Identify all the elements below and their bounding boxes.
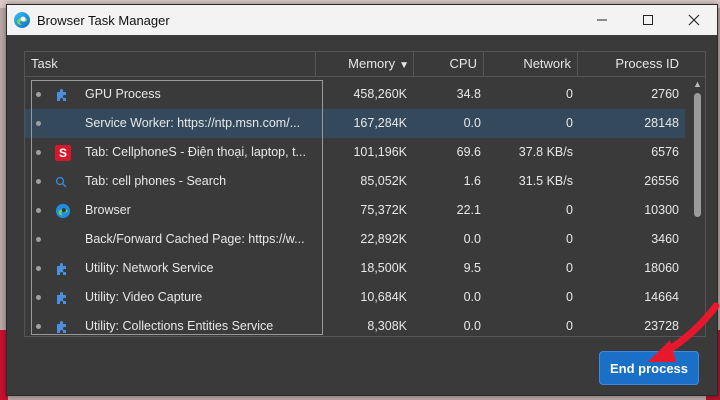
row-process-id: 6576 bbox=[651, 145, 679, 159]
table-row[interactable]: Tab: cell phones - Search 85,052K 1.6 31… bbox=[25, 167, 685, 196]
row-network: 0 bbox=[566, 232, 573, 246]
table-row[interactable]: Back/Forward Cached Page: https://w... 2… bbox=[25, 225, 685, 254]
column-header-network[interactable]: Network bbox=[483, 52, 577, 76]
puzzle-icon bbox=[55, 312, 73, 336]
row-bullet bbox=[36, 312, 42, 336]
row-process-id: 2760 bbox=[651, 87, 679, 101]
row-bullet bbox=[36, 138, 42, 167]
row-memory: 458,260K bbox=[353, 87, 407, 101]
row-network: 0 bbox=[566, 319, 573, 333]
row-task-name: Tab: CellphoneS - Điện thoại, laptop, t.… bbox=[85, 145, 306, 159]
row-task-name: Utility: Video Capture bbox=[85, 290, 203, 304]
row-network: 0 bbox=[566, 87, 573, 101]
row-memory: 10,684K bbox=[360, 290, 407, 304]
row-process-id: 18060 bbox=[644, 261, 679, 275]
row-network: 0 bbox=[566, 116, 573, 130]
window-title: Browser Task Manager bbox=[37, 12, 170, 28]
table-row-selected[interactable]: Service Worker: https://ntp.msn.com/... … bbox=[25, 109, 685, 138]
row-bullet bbox=[36, 254, 42, 283]
row-process-id: 26556 bbox=[644, 174, 679, 188]
row-task-name: Back/Forward Cached Page: https://w... bbox=[85, 232, 305, 246]
row-cpu: 69.6 bbox=[456, 145, 481, 159]
close-button[interactable] bbox=[671, 5, 717, 35]
row-cpu: 34.8 bbox=[456, 87, 481, 101]
row-process-id: 10300 bbox=[644, 203, 679, 217]
row-bullet bbox=[36, 196, 42, 225]
row-cpu: 1.6 bbox=[463, 174, 481, 188]
row-memory: 8,308K bbox=[367, 319, 407, 333]
table-row[interactable]: Utility: Collections Entities Service 8,… bbox=[25, 312, 685, 336]
row-cpu: 0.0 bbox=[463, 116, 481, 130]
row-task-name: Utility: Collections Entities Service bbox=[85, 319, 274, 333]
table-row[interactable]: Utility: Video Capture 10,684K 0.0 0 146… bbox=[25, 283, 685, 312]
row-task-name: GPU Process bbox=[85, 87, 161, 101]
row-network: 0 bbox=[566, 261, 573, 275]
row-bullet bbox=[36, 283, 42, 312]
row-task-name: Utility: Network Service bbox=[85, 261, 214, 275]
edge-icon bbox=[55, 196, 73, 225]
row-memory: 167,284K bbox=[353, 116, 407, 130]
row-task-name: Tab: cell phones - Search bbox=[85, 174, 227, 188]
scrollbar-thumb[interactable] bbox=[694, 93, 701, 217]
row-memory: 18,500K bbox=[360, 261, 407, 275]
maximize-icon bbox=[643, 15, 653, 25]
table-row[interactable]: Browser 75,372K 22.1 0 10300 bbox=[25, 196, 685, 225]
row-process-id: 14664 bbox=[644, 290, 679, 304]
column-header-task[interactable]: Task bbox=[31, 52, 311, 76]
table-body: GPU Process 458,260K 34.8 0 2760 Service… bbox=[24, 77, 706, 337]
sort-descending-icon: ▼ bbox=[399, 60, 409, 71]
row-process-id: 3460 bbox=[651, 232, 679, 246]
row-bullet bbox=[36, 80, 42, 109]
title-bar[interactable]: Browser Task Manager bbox=[7, 5, 717, 35]
row-bullet bbox=[36, 225, 42, 254]
row-bullet bbox=[36, 109, 42, 138]
row-memory: 75,372K bbox=[360, 203, 407, 217]
row-memory: 101,196K bbox=[353, 145, 407, 159]
end-process-button[interactable]: End process bbox=[599, 351, 699, 385]
table-header: Task Memory ▼ CPU Network Process ID bbox=[24, 51, 706, 77]
puzzle-icon bbox=[55, 283, 73, 312]
minimize-icon bbox=[597, 19, 607, 21]
table-row[interactable]: S Tab: CellphoneS - Điện thoại, laptop, … bbox=[25, 138, 685, 167]
row-network: 0 bbox=[566, 290, 573, 304]
vertical-scrollbar[interactable]: ▲ bbox=[689, 77, 705, 336]
puzzle-icon bbox=[55, 254, 73, 283]
row-network: 37.8 KB/s bbox=[518, 145, 573, 159]
scroll-up-icon[interactable]: ▲ bbox=[693, 79, 702, 89]
process-table: Task Memory ▼ CPU Network Process ID GPU … bbox=[24, 51, 706, 337]
table-row[interactable]: GPU Process 458,260K 34.8 0 2760 bbox=[25, 80, 685, 109]
row-memory: 85,052K bbox=[360, 174, 407, 188]
table-row[interactable]: Utility: Network Service 18,500K 9.5 0 1… bbox=[25, 254, 685, 283]
column-header-memory[interactable]: Memory ▼ bbox=[315, 52, 413, 76]
row-memory: 22,892K bbox=[360, 232, 407, 246]
row-bullet bbox=[36, 167, 42, 196]
column-header-cpu[interactable]: CPU bbox=[413, 52, 483, 76]
cellphones-icon: S bbox=[55, 138, 73, 167]
minimize-button[interactable] bbox=[579, 5, 625, 35]
row-cpu: 9.5 bbox=[463, 261, 481, 275]
row-task-name: Browser bbox=[85, 203, 131, 217]
row-network: 31.5 KB/s bbox=[518, 174, 573, 188]
row-cpu: 0.0 bbox=[463, 232, 481, 246]
row-process-id: 23728 bbox=[644, 319, 679, 333]
task-manager-window: Browser Task Manager Task Memory ▼ CPU Ne… bbox=[6, 4, 718, 396]
column-header-process-id[interactable]: Process ID bbox=[577, 52, 685, 76]
close-icon bbox=[688, 14, 700, 26]
maximize-button[interactable] bbox=[625, 5, 671, 35]
puzzle-icon bbox=[55, 80, 73, 109]
row-task-name: Service Worker: https://ntp.msn.com/... bbox=[85, 116, 301, 130]
search-icon bbox=[55, 167, 73, 196]
row-process-id: 28148 bbox=[644, 116, 679, 130]
row-cpu: 0.0 bbox=[463, 290, 481, 304]
row-cpu: 22.1 bbox=[456, 203, 481, 217]
row-cpu: 0.0 bbox=[463, 319, 481, 333]
edge-icon bbox=[13, 11, 31, 29]
row-network: 0 bbox=[566, 203, 573, 217]
